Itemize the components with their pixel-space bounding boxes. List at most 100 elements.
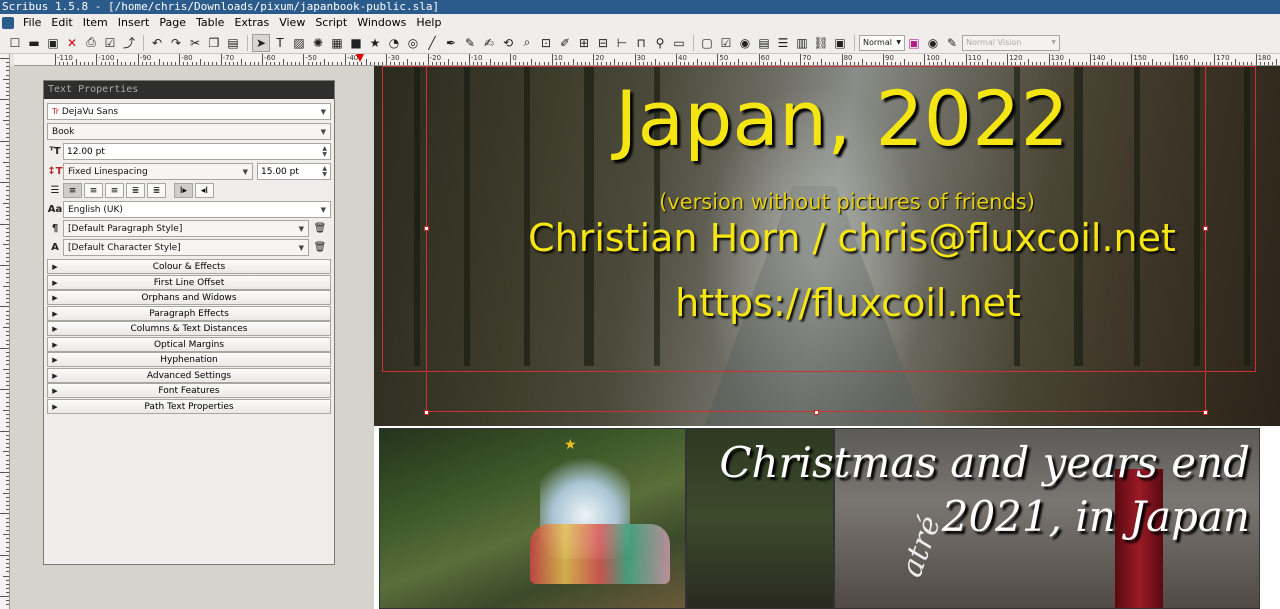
- calligraphic-icon[interactable]: ✍: [480, 34, 498, 52]
- align-left-button[interactable]: ≡: [63, 183, 82, 198]
- font-style-select[interactable]: Book ▼: [47, 123, 331, 140]
- book-title[interactable]: Japan, 2022: [374, 74, 1270, 164]
- direction-rtl-button[interactable]: ◂I: [195, 183, 214, 198]
- menu-insert[interactable]: Insert: [113, 14, 155, 32]
- section-hyphenation[interactable]: ▶ Hyphenation: [47, 352, 331, 367]
- measure-icon[interactable]: ⊢: [613, 34, 631, 52]
- align-justify-button[interactable]: ≣: [126, 183, 145, 198]
- link-frames-icon[interactable]: ⊞: [575, 34, 593, 52]
- line-icon[interactable]: ╱: [423, 34, 441, 52]
- direction-ltr-button[interactable]: I▸: [174, 183, 193, 198]
- freehand-icon[interactable]: ✎: [461, 34, 479, 52]
- align-center-button[interactable]: ≡: [84, 183, 103, 198]
- linespacing-field[interactable]: 15.00 pt ▲ ▼: [257, 163, 331, 180]
- preview-mode-icon[interactable]: ▣: [905, 34, 923, 52]
- section-first-line-offset[interactable]: ▶ First Line Offset: [47, 275, 331, 290]
- font-family-select[interactable]: Tr DejaVu Sans ▼: [47, 103, 331, 120]
- close-icon[interactable]: ✕: [63, 34, 81, 52]
- text-frame-icon[interactable]: T: [271, 34, 289, 52]
- vision-select[interactable]: Normal Vision ▼: [962, 34, 1060, 51]
- menu-windows[interactable]: Windows: [352, 14, 411, 32]
- document-page[interactable]: Japan, 2022 (version without pictures of…: [374, 66, 1280, 609]
- book-subtitle[interactable]: (version without pictures of friends): [374, 190, 1280, 214]
- menu-help[interactable]: Help: [411, 14, 446, 32]
- menu-item[interactable]: Item: [78, 14, 113, 32]
- pdf-combobox-icon[interactable]: ▤: [755, 34, 773, 52]
- trash-icon[interactable]: 🗑: [313, 222, 327, 236]
- align-forced-button[interactable]: ≣: [147, 183, 166, 198]
- section-colour-effects[interactable]: ▶ Colour & Effects: [47, 259, 331, 274]
- pdf-radio-icon[interactable]: ◉: [736, 34, 754, 52]
- linespacing-mode-select[interactable]: Fixed Linespacing ▼: [63, 163, 253, 180]
- spiral-icon[interactable]: ◎: [404, 34, 422, 52]
- pdf-checkbox-icon[interactable]: ☑: [717, 34, 735, 52]
- section-orphans-widows[interactable]: ▶ Orphans and Widows: [47, 290, 331, 305]
- character-style-select[interactable]: [Default Character Style] ▼: [63, 239, 309, 256]
- eyedropper-icon[interactable]: ⚲: [651, 34, 669, 52]
- zoom-icon[interactable]: ⌕: [518, 34, 536, 52]
- pdf-textfield-icon[interactable]: ▢: [698, 34, 716, 52]
- edit-text-icon[interactable]: ✐: [556, 34, 574, 52]
- shape-icon[interactable]: ■: [347, 34, 365, 52]
- bezier-icon[interactable]: ✒: [442, 34, 460, 52]
- trash-icon[interactable]: 🗑: [313, 241, 327, 255]
- menu-table[interactable]: Table: [191, 14, 229, 32]
- copy-properties-icon[interactable]: ⊓: [632, 34, 650, 52]
- pdf-text-annotation-icon[interactable]: ▥: [793, 34, 811, 52]
- menu-script[interactable]: Script: [310, 14, 352, 32]
- print-icon[interactable]: ⎙: [82, 34, 100, 52]
- vertical-ruler[interactable]: [0, 54, 10, 609]
- resize-handle[interactable]: [1203, 410, 1208, 415]
- ruler-minor-tick: [622, 62, 624, 65]
- menu-file[interactable]: File: [18, 14, 46, 32]
- image-mode-select[interactable]: Normal ▼: [859, 34, 905, 51]
- menu-view[interactable]: View: [274, 14, 310, 32]
- resize-handle[interactable]: [814, 410, 819, 415]
- save-icon[interactable]: ▣: [44, 34, 62, 52]
- resize-handle[interactable]: [424, 410, 429, 415]
- pdf-link-annotation-icon[interactable]: ⛓: [812, 34, 830, 52]
- section-columns-distances[interactable]: ▶ Columns & Text Distances: [47, 321, 331, 336]
- section-advanced-settings[interactable]: ▶ Advanced Settings: [47, 368, 331, 383]
- section-path-text[interactable]: ▶ Path Text Properties: [47, 399, 331, 414]
- author-line[interactable]: Christian Horn / chris@fluxcoil.net: [374, 216, 1280, 260]
- menu-page[interactable]: Page: [154, 14, 191, 32]
- open-icon[interactable]: ▬: [25, 34, 43, 52]
- language-select[interactable]: English (UK) ▼: [63, 201, 331, 218]
- edit-mode-icon[interactable]: ✎: [943, 34, 961, 52]
- pdf-listbox-icon[interactable]: ☰: [774, 34, 792, 52]
- section-title[interactable]: Christmas and years end 2021, in Japan: [674, 436, 1250, 544]
- preflight-icon[interactable]: ☑: [101, 34, 119, 52]
- horizontal-ruler[interactable]: -110 -100 -90 -80 -70 -60 -50 -40 -30 -20 -10 0 10 20…: [14, 54, 1280, 66]
- cut-icon[interactable]: ✂: [186, 34, 204, 52]
- website-url[interactable]: https://fluxcoil.net: [374, 281, 1280, 325]
- select-icon[interactable]: ➤: [252, 33, 270, 52]
- paste-icon[interactable]: ▤: [224, 34, 242, 52]
- align-right-button[interactable]: ≡: [105, 183, 124, 198]
- table-icon[interactable]: ▦: [328, 34, 346, 52]
- pdf-icon[interactable]: ⤴: [120, 34, 138, 52]
- new-document-icon[interactable]: ☐: [6, 34, 24, 52]
- font-size-field[interactable]: 12.00 pt ▲ ▼: [63, 143, 331, 160]
- christmas-tree-photo[interactable]: ★: [379, 428, 686, 609]
- redo-icon[interactable]: ↷: [167, 34, 185, 52]
- polygon-icon[interactable]: ★: [366, 34, 384, 52]
- render-frame-icon[interactable]: ✺: [309, 34, 327, 52]
- paragraph-style-select[interactable]: [Default Paragraph Style] ▼: [63, 220, 309, 237]
- copy-icon[interactable]: ❐: [205, 34, 223, 52]
- image-frame-icon[interactable]: ▨: [290, 34, 308, 52]
- section-optical-margins[interactable]: ▶ Optical Margins: [47, 337, 331, 352]
- pdf-annotation-icon[interactable]: ▣: [831, 34, 849, 52]
- edit-content-icon[interactable]: ⊡: [537, 34, 555, 52]
- undo-icon[interactable]: ↶: [148, 34, 166, 52]
- menu-extras[interactable]: Extras: [229, 14, 274, 32]
- panel-title[interactable]: Text Properties: [44, 81, 334, 99]
- preview-icon[interactable]: ◉: [924, 34, 942, 52]
- section-font-features[interactable]: ▶ Font Features: [47, 383, 331, 398]
- pdf-pushbutton-icon[interactable]: ▭: [670, 34, 688, 52]
- unlink-frames-icon[interactable]: ⊟: [594, 34, 612, 52]
- section-paragraph-effects[interactable]: ▶ Paragraph Effects: [47, 306, 331, 321]
- rotate-icon[interactable]: ⟲: [499, 34, 517, 52]
- arc-icon[interactable]: ◔: [385, 34, 403, 52]
- menu-edit[interactable]: Edit: [46, 14, 77, 32]
